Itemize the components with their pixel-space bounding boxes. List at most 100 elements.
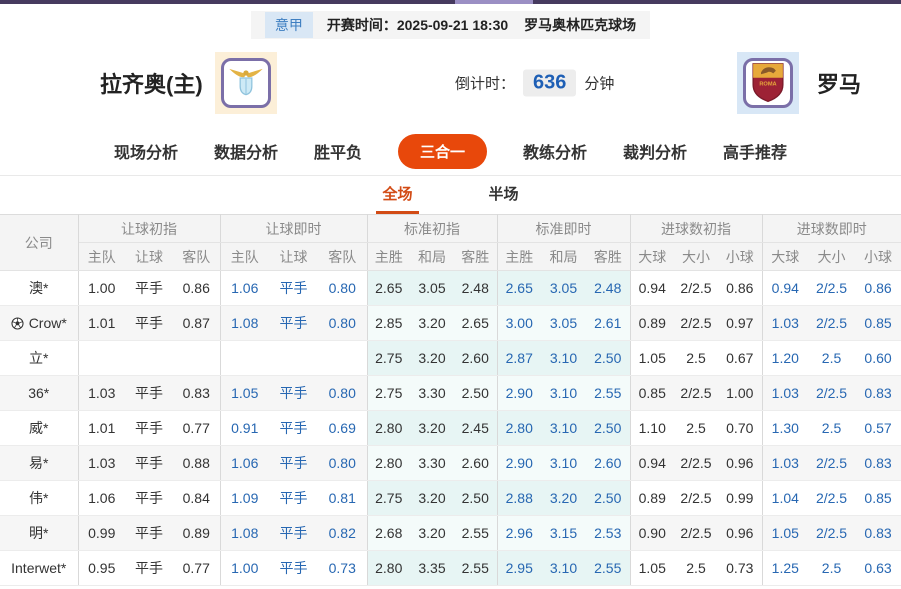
odds-cell: 平手 — [125, 516, 173, 551]
odds-cell: 3.30 — [410, 446, 454, 481]
odds-cell: 0.69 — [318, 411, 367, 446]
away-team: ROMA 罗马 — [737, 52, 861, 114]
odds-cell: 2.53 — [586, 516, 630, 551]
company-cell: 立* — [0, 341, 78, 376]
group-header-handicap-initial: 让球初指 — [78, 215, 220, 243]
teams-header: 拉齐奥(主) 倒计时： 636 分钟 — [0, 39, 901, 127]
odds-cell: 平手 — [269, 446, 318, 481]
odds-cell: 3.05 — [541, 306, 586, 341]
tab-win-draw-lose[interactable]: 胜平负 — [314, 139, 362, 163]
odds-cell: 0.85 — [855, 306, 901, 341]
odds-cell: 0.77 — [173, 551, 220, 586]
odds-cell: 1.05 — [630, 341, 674, 376]
odds-cell: 平手 — [269, 551, 318, 586]
odds-cell: 2.55 — [454, 551, 497, 586]
subtab-full-match[interactable]: 全场 — [376, 176, 418, 214]
table-row: 立*2.753.202.602.873.102.501.052.50.671.2… — [0, 341, 901, 376]
odds-cell: 2.48 — [454, 271, 497, 306]
odds-cell: 0.83 — [855, 516, 901, 551]
odds-cell: 0.86 — [718, 271, 762, 306]
odds-cell: 1.00 — [220, 551, 269, 586]
odds-cell: 平手 — [269, 376, 318, 411]
odds-cell: 0.63 — [855, 551, 901, 586]
tab-referee-analysis[interactable]: 裁判分析 — [623, 139, 687, 163]
odds-cell: 2.90 — [497, 446, 541, 481]
tab-three-in-one[interactable]: 三合一 — [398, 134, 487, 169]
odds-cell: 3.20 — [410, 341, 454, 376]
odds-cell: 1.03 — [762, 306, 808, 341]
odds-cell: 1.01 — [78, 306, 125, 341]
odds-cell: 1.03 — [78, 446, 125, 481]
company-name: 易* — [29, 455, 48, 471]
odds-cell: 0.96 — [718, 446, 762, 481]
odds-cell: 2.95 — [497, 551, 541, 586]
sub-header: 大小 — [808, 243, 855, 271]
odds-cell: 1.00 — [78, 271, 125, 306]
odds-cell: 3.20 — [410, 481, 454, 516]
odds-cell: 2.65 — [367, 271, 410, 306]
odds-cell: 0.99 — [78, 516, 125, 551]
odds-cell: 1.10 — [630, 411, 674, 446]
odds-cell: 1.08 — [220, 306, 269, 341]
odds-cell: 2.60 — [454, 446, 497, 481]
odds-cell: 0.88 — [173, 446, 220, 481]
odds-cell: 3.10 — [541, 411, 586, 446]
sub-header: 主队 — [78, 243, 125, 271]
sub-header: 客胜 — [586, 243, 630, 271]
odds-cell: 1.00 — [718, 376, 762, 411]
odds-cell: 2/2.5 — [808, 446, 855, 481]
odds-cell: 0.67 — [718, 341, 762, 376]
odds-cell: 2.5 — [674, 341, 718, 376]
odds-cell — [173, 341, 220, 376]
odds-cell: 0.85 — [630, 376, 674, 411]
home-team-name: 拉齐奥(主) — [100, 67, 203, 99]
odds-cell: 0.96 — [718, 516, 762, 551]
odds-cell: 3.10 — [541, 341, 586, 376]
odds-cell — [220, 341, 269, 376]
odds-cell: 1.06 — [220, 271, 269, 306]
odds-cell: 1.04 — [762, 481, 808, 516]
league-badge: 意甲 — [265, 12, 313, 38]
odds-cell: 1.03 — [762, 376, 808, 411]
odds-cell: 2/2.5 — [674, 376, 718, 411]
tab-data-analysis[interactable]: 数据分析 — [214, 139, 278, 163]
odds-cell: 1.30 — [762, 411, 808, 446]
odds-cell: 0.85 — [855, 481, 901, 516]
sub-header: 让球 — [269, 243, 318, 271]
tab-live-analysis[interactable]: 现场分析 — [114, 139, 178, 163]
odds-cell: 平手 — [269, 481, 318, 516]
odds-cell: 3.35 — [410, 551, 454, 586]
company-name: 澳* — [29, 280, 48, 296]
odds-cell: 2/2.5 — [674, 271, 718, 306]
odds-cell: 0.94 — [630, 446, 674, 481]
odds-cell: 1.06 — [78, 481, 125, 516]
sub-header: 大球 — [630, 243, 674, 271]
odds-cell: 1.05 — [762, 516, 808, 551]
odds-cell: 2.61 — [586, 306, 630, 341]
odds-cell: 平手 — [269, 306, 318, 341]
odds-cell: 2.65 — [454, 306, 497, 341]
sub-header: 让球 — [125, 243, 173, 271]
odds-cell: 1.05 — [220, 376, 269, 411]
table-row: 伟*1.06平手0.841.09平手0.812.753.202.502.883.… — [0, 481, 901, 516]
subtab-half-match[interactable]: 半场 — [483, 176, 525, 214]
odds-cell — [78, 341, 125, 376]
odds-cell: 2.75 — [367, 481, 410, 516]
odds-cell: 2.5 — [674, 411, 718, 446]
home-team: 拉齐奥(主) — [100, 52, 277, 114]
company-name: Crow* — [29, 315, 67, 331]
sub-header: 和局 — [541, 243, 586, 271]
odds-cell: 2/2.5 — [674, 516, 718, 551]
sub-header: 主胜 — [497, 243, 541, 271]
odds-cell: 平手 — [125, 376, 173, 411]
group-header-goals-live: 进球数即时 — [762, 215, 901, 243]
tab-coach-analysis[interactable]: 教练分析 — [523, 139, 587, 163]
odds-cell: 2.50 — [586, 481, 630, 516]
away-team-logo: ROMA — [737, 52, 799, 114]
table-row: 易*1.03平手0.881.06平手0.802.803.302.602.903.… — [0, 446, 901, 481]
analysis-nav: 现场分析 数据分析 胜平负 三合一 教练分析 裁判分析 高手推荐 — [0, 127, 901, 175]
countdown-unit: 分钟 — [584, 73, 614, 94]
tab-expert-picks[interactable]: 高手推荐 — [723, 139, 787, 163]
sub-header: 主队 — [220, 243, 269, 271]
match-info-bar: 意甲 开赛时间： 2025-09-21 18:30 罗马奥林匹克球场 — [251, 11, 650, 39]
